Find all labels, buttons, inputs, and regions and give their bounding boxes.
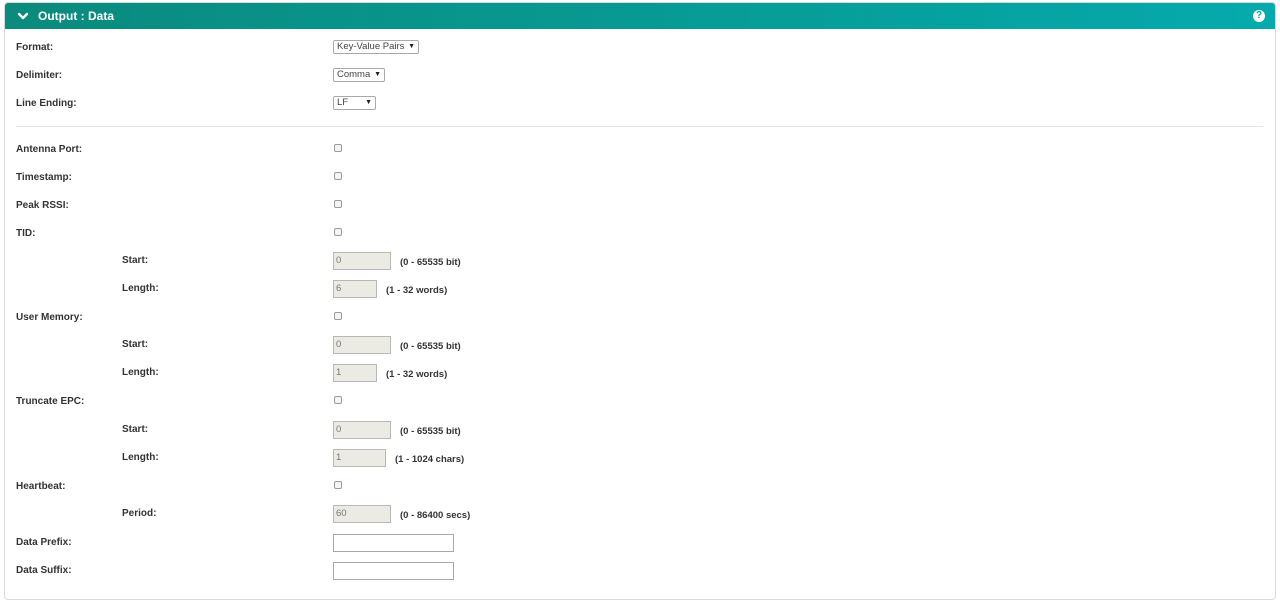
dropdown-arrow-icon: ▼ [408, 43, 415, 50]
peak-rssi-label: Peak RSSI: [16, 200, 69, 211]
format-select-value: Key-Value Pairs [337, 41, 405, 52]
tid-length-label: Length: [122, 283, 159, 294]
tid-checkbox[interactable] [334, 228, 342, 236]
data-prefix-label: Data Prefix: [16, 537, 72, 548]
output-data-panel: Output : Data ? Format: Key-Value Pairs … [4, 2, 1276, 600]
antenna-port-label: Antenna Port: [16, 144, 83, 155]
truncate-epc-start-label: Start: [122, 424, 149, 435]
data-suffix-input[interactable] [333, 562, 454, 580]
line-ending-select[interactable]: LF ▼ [333, 96, 376, 110]
data-prefix-input[interactable] [333, 534, 454, 552]
heartbeat-period-label: Period: [122, 508, 157, 519]
help-icon[interactable]: ? [1253, 10, 1265, 22]
heartbeat-period-input[interactable]: 60 [333, 505, 391, 523]
truncate-epc-length-hint: (1 - 1024 chars) [395, 454, 465, 465]
delimiter-select-value: Comma [337, 69, 371, 80]
tid-length-hint: (1 - 32 words) [386, 285, 448, 296]
user-memory-length-label: Length: [122, 367, 159, 378]
truncate-epc-label: Truncate EPC: [16, 396, 85, 407]
antenna-port-checkbox[interactable] [334, 144, 342, 152]
user-memory-length-input[interactable]: 1 [333, 364, 377, 382]
tid-length-input[interactable]: 6 [333, 280, 377, 298]
panel-header[interactable]: Output : Data ? [5, 3, 1275, 29]
tid-start-hint: (0 - 65535 bit) [400, 257, 461, 268]
tid-start-label: Start: [122, 255, 149, 266]
heartbeat-period-hint: (0 - 86400 secs) [400, 510, 471, 521]
data-suffix-label: Data Suffix: [16, 565, 72, 576]
dropdown-arrow-icon: ▼ [365, 99, 372, 106]
format-select[interactable]: Key-Value Pairs ▼ [333, 40, 419, 54]
tid-label: TID: [16, 228, 36, 239]
timestamp-checkbox[interactable] [334, 172, 342, 180]
line-ending-select-value: LF [337, 97, 349, 108]
user-memory-checkbox[interactable] [334, 312, 342, 320]
truncate-epc-start-hint: (0 - 65535 bit) [400, 426, 461, 437]
tid-start-input[interactable]: 0 [333, 252, 391, 270]
truncate-epc-start-input[interactable]: 0 [333, 421, 391, 439]
user-memory-length-hint: (1 - 32 words) [386, 369, 448, 380]
truncate-epc-length-input[interactable]: 1 [333, 449, 386, 467]
heartbeat-checkbox[interactable] [334, 481, 342, 489]
user-memory-start-input[interactable]: 0 [333, 336, 391, 354]
user-memory-start-label: Start: [122, 339, 149, 350]
user-memory-label: User Memory: [16, 312, 83, 323]
format-label: Format: [16, 42, 54, 53]
line-ending-label: Line Ending: [16, 98, 77, 109]
heartbeat-label: Heartbeat: [16, 481, 66, 492]
user-memory-start-hint: (0 - 65535 bit) [400, 341, 461, 352]
timestamp-label: Timestamp: [16, 172, 72, 183]
truncate-epc-length-label: Length: [122, 452, 159, 463]
panel-title: Output : Data [38, 9, 114, 23]
delimiter-label: Delimiter: [16, 70, 63, 81]
section-divider [16, 126, 1263, 127]
chevron-down-icon[interactable] [17, 10, 29, 22]
delimiter-select[interactable]: Comma ▼ [333, 68, 385, 82]
truncate-epc-checkbox[interactable] [334, 396, 342, 404]
peak-rssi-checkbox[interactable] [334, 200, 342, 208]
dropdown-arrow-icon: ▼ [374, 71, 381, 78]
